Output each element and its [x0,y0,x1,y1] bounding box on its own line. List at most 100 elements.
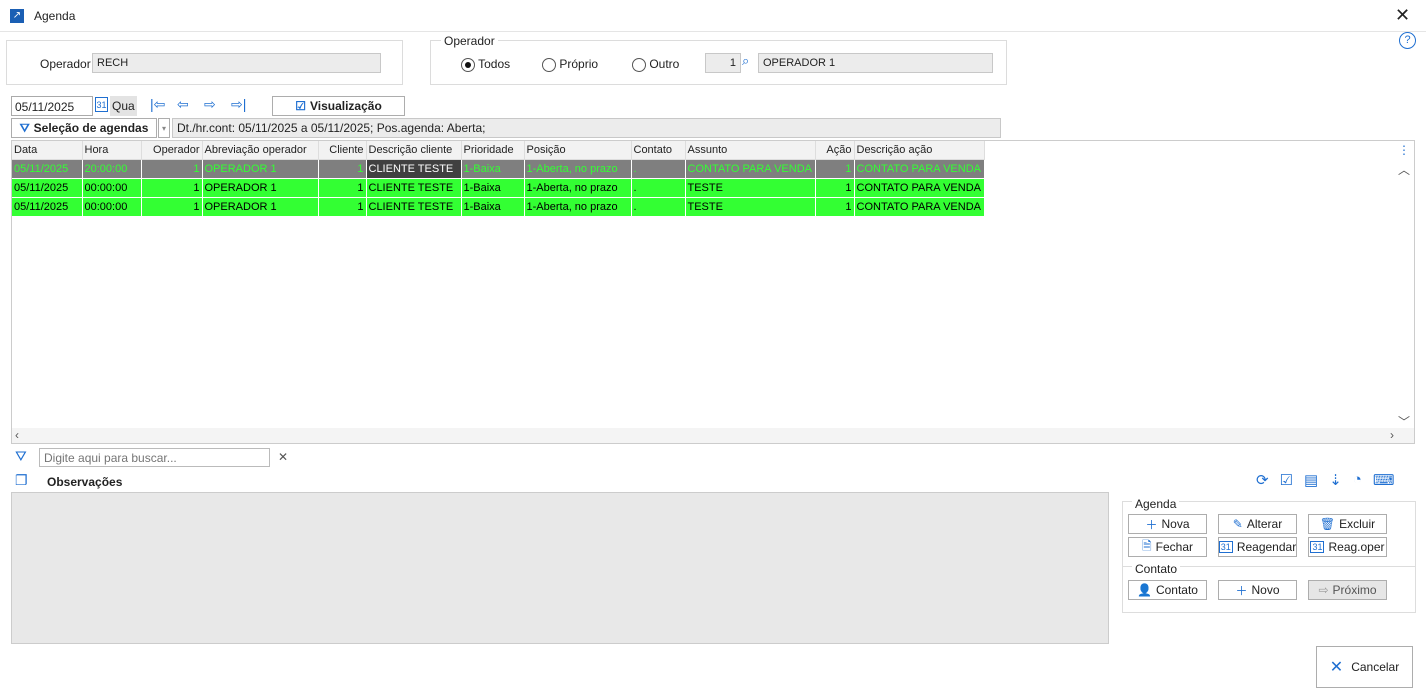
column-header[interactable]: Contato [631,141,686,160]
calendar-icon: 31 [1218,541,1233,553]
table-cell[interactable]: 1-Aberta, no prazo [524,159,632,179]
next-icon[interactable]: ⇨ [204,96,216,113]
last-icon[interactable]: ⇨| [231,96,246,113]
visualizacao-button[interactable]: ☑ Visualização [272,96,405,116]
table-cell[interactable]: CLIENTE TESTE [366,159,462,179]
excluir-button[interactable]: 🗑 Excluir [1308,514,1387,534]
table-cell[interactable]: 1 [318,197,367,217]
novo-contato-button[interactable]: ＋ Novo [1218,580,1297,600]
table-cell[interactable]: TESTE [685,197,816,217]
title-bar: ↗ Agenda ✕ [0,0,1426,32]
column-header[interactable]: Ação [815,141,855,160]
cancelar-button[interactable]: ✕ Cancelar [1316,646,1413,688]
sort-az-icon[interactable]: ⇣ [1329,471,1342,489]
column-header[interactable]: Prioridade [461,141,525,160]
table-cell[interactable]: CONTATO PARA VENDA [685,159,816,179]
operator-code-field[interactable]: 1 [705,53,741,73]
reagendar-button[interactable]: 31 Reagendar [1218,537,1297,557]
nova-button[interactable]: ＋ Nova [1128,514,1207,534]
table-cell[interactable]: 00:00:00 [82,197,142,217]
table-cell[interactable]: 05/11/2025 [12,178,83,198]
prev-icon[interactable]: ⇦ [177,96,189,113]
selecao-dropdown[interactable]: ▾ [158,118,170,138]
table-cell[interactable]: CONTATO PARA VENDA [854,197,985,217]
table-cell[interactable]: OPERADOR 1 [202,178,319,198]
table-row[interactable]: 05/11/2025 00:00:00 1 OPERADOR 1 1 CLIENTE TE… [12,178,985,198]
horizontal-scrollbar[interactable]: ‹ › [12,428,1414,443]
edit-icon: ✎ [1232,517,1243,531]
table-cell[interactable]: 1-Baixa [461,197,525,217]
contato-button[interactable]: 👤 Contato [1128,580,1207,600]
layout-icon[interactable]: ▤ [1304,471,1318,489]
column-header[interactable]: Cliente [318,141,367,160]
table-cell[interactable]: CONTATO PARA VENDA [854,159,985,179]
table-cell[interactable]: OPERADOR 1 [202,159,319,179]
search-icon[interactable]: ⌕ [742,53,749,69]
column-header[interactable]: Data [12,141,83,160]
table-cell[interactable]: OPERADOR 1 [202,197,319,217]
column-header[interactable]: Hora [82,141,142,160]
table-cell[interactable]: CLIENTE TESTE [366,178,462,198]
clear-search-icon[interactable]: ✕ [278,450,288,464]
reag-oper-button[interactable]: 31 Reag.oper [1308,537,1387,557]
table-cell[interactable]: 1 [141,178,203,198]
table-row[interactable]: 05/11/2025 00:00:00 1 OPERADOR 1 1 CLIENTE TE… [12,197,985,217]
table-cell[interactable]: 1 [141,159,203,179]
table-cell[interactable]: . [631,197,686,217]
first-icon[interactable]: |⇦ [150,96,165,113]
view-icon[interactable]: ☑ [1280,471,1293,489]
radio-icon [461,57,475,72]
table-cell[interactable]: . [631,159,686,179]
column-header[interactable]: Descrição cliente [366,141,462,160]
fechar-button[interactable]: 🗎 Fechar [1128,537,1207,557]
observacoes-textarea[interactable] [11,492,1109,644]
table-cell[interactable]: CONTATO PARA VENDA [854,178,985,198]
date-field[interactable]: 05/11/2025 [11,96,93,116]
column-menu-icon[interactable]: ⋮ [1398,143,1410,157]
search-input[interactable] [39,448,270,467]
scroll-up-icon[interactable]: ︿ [1398,161,1410,178]
radio-icon [632,57,646,72]
table-cell[interactable]: 1 [318,178,367,198]
operator-field[interactable]: RECH [92,53,381,73]
refresh-icon[interactable]: ⟳ [1256,471,1269,489]
help-icon[interactable]: ? [1399,32,1416,49]
table-cell[interactable]: CLIENTE TESTE [366,197,462,217]
copy-icon[interactable]: ❐ [15,472,28,489]
radio-proprio[interactable]: Próprio [542,57,598,72]
proximo-button[interactable]: ⇨ Próximo [1308,580,1387,600]
table-cell[interactable]: 05/11/2025 [12,197,83,217]
table-cell[interactable]: . [631,178,686,198]
palette-icon[interactable]: ◔ [1353,471,1362,489]
table-cell[interactable]: 05/11/2025 [12,159,83,179]
radio-outro[interactable]: Outro [632,57,679,72]
close-icon[interactable]: ✕ [1395,5,1410,26]
table-row[interactable]: 05/11/2025 20:00:00 1 OPERADOR 1 1 CLIENTE TE… [12,159,985,179]
button-label: Reagendar [1236,540,1297,554]
table-cell[interactable]: TESTE [685,178,816,198]
table-cell[interactable]: 1-Aberta, no prazo [524,197,632,217]
operator-filter-legend: Operador [441,34,498,48]
keyboard-icon[interactable]: ⌨ [1373,471,1395,489]
table-cell[interactable]: 1 [318,159,367,179]
calendar-icon[interactable]: 31 [95,97,108,112]
table-cell[interactable]: 1 [815,159,855,179]
table-cell[interactable]: 1-Baixa [461,159,525,179]
agenda-legend: Agenda [1132,497,1180,511]
table-cell[interactable]: 1 [815,178,855,198]
column-header[interactable]: Abreviação operador [202,141,319,160]
column-header[interactable]: Operador [141,141,203,160]
table-cell[interactable]: 20:00:00 [82,159,142,179]
table-cell[interactable]: 00:00:00 [82,178,142,198]
table-cell[interactable]: 1-Aberta, no prazo [524,178,632,198]
table-cell[interactable]: 1 [141,197,203,217]
column-header[interactable]: Descrição ação [854,141,985,160]
selecao-agendas-button[interactable]: ⛛ Seleção de agendas [11,118,157,138]
table-cell[interactable]: 1-Baixa [461,178,525,198]
alterar-button[interactable]: ✎ Alterar [1218,514,1297,534]
operator-name-field: OPERADOR 1 [758,53,993,73]
table-cell[interactable]: 1 [815,197,855,217]
column-header[interactable]: Assunto [685,141,816,160]
radio-todos[interactable]: Todos [461,57,510,72]
column-header[interactable]: Posição [524,141,632,160]
